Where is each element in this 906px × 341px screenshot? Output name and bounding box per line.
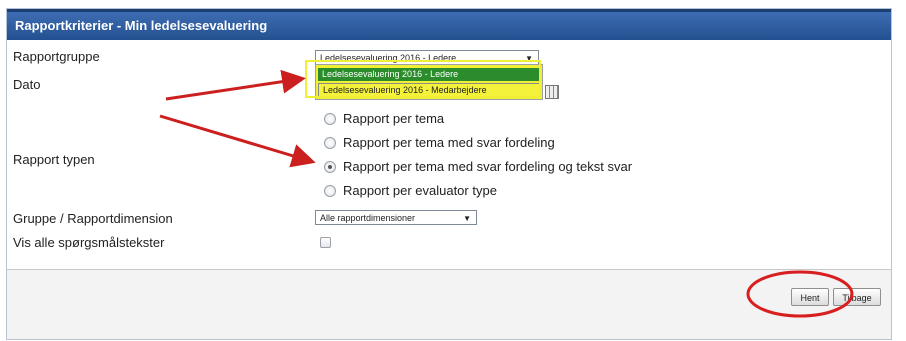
chevron-down-icon: ▼: [463, 214, 471, 223]
radio-label-report-answer-distribution: Rapport per tema med svar fordeling: [343, 135, 555, 150]
fetch-button[interactable]: Hent: [791, 288, 829, 306]
report-criteria-panel: Rapportkriterier - Min ledelsesevaluerin…: [6, 8, 892, 340]
form-footer: [7, 269, 891, 339]
radio-report-per-theme[interactable]: [324, 113, 336, 125]
dimension-label: Gruppe / Rapportdimension: [13, 211, 173, 226]
radio-report-distribution-text[interactable]: [324, 161, 336, 173]
report-group-selected-value: Ledelsesevaluering 2016 - Ledere: [320, 53, 457, 63]
report-group-select[interactable]: Ledelsesevaluering 2016 - Ledere ▼: [315, 50, 539, 65]
radio-label-report-per-theme: Rapport per tema: [343, 111, 445, 126]
back-button[interactable]: Tilbage: [833, 288, 881, 306]
dimension-selected-value: Alle rapportdimensioner: [320, 213, 416, 223]
radio-report-evaluator-type[interactable]: [324, 185, 336, 197]
report-group-dropdown-list: Ledelsesevaluering 2016 - Ledere Ledelse…: [315, 64, 543, 100]
report-group-option-medarbejdere[interactable]: Ledelsesevaluering 2016 - Medarbejdere: [318, 83, 540, 97]
report-group-label: Rapportgruppe: [13, 49, 100, 64]
radio-label-report-evaluator-type: Rapport per evaluator type: [343, 183, 497, 198]
radio-label-report-distribution-text: Rapport per tema med svar fordeling og t…: [343, 159, 633, 174]
radio-report-answer-distribution[interactable]: [324, 137, 336, 149]
report-type-label: Rapport typen: [13, 152, 95, 167]
show-all-questions-label: Vis alle spørgsmålstekster: [13, 235, 165, 250]
panel-header: Rapportkriterier - Min ledelsesevaluerin…: [7, 9, 891, 40]
panel-title: Rapportkriterier - Min ledelsesevaluerin…: [15, 18, 268, 33]
calendar-icon[interactable]: [545, 85, 559, 99]
date-label: Dato: [13, 77, 41, 92]
show-all-questions-checkbox[interactable]: [320, 237, 331, 248]
dimension-select[interactable]: Alle rapportdimensioner ▼: [315, 210, 477, 225]
report-group-option-ledere[interactable]: Ledelsesevaluering 2016 - Ledere: [318, 68, 540, 81]
